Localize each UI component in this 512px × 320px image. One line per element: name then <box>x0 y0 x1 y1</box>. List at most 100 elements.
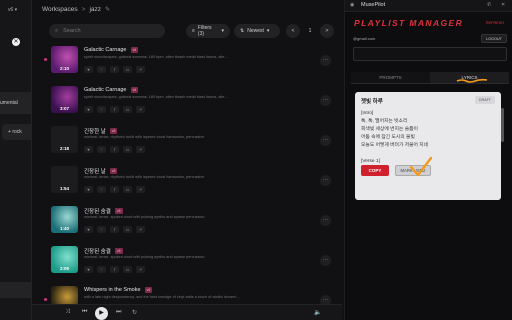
clip-icon[interactable]: ▭ <box>123 186 132 193</box>
song-cover[interactable]: 1:40 <box>51 206 78 233</box>
clip-icon[interactable]: ▭ <box>123 66 132 73</box>
more-options-button[interactable]: ··· <box>320 175 331 186</box>
share-icon[interactable]: ⇪ <box>110 186 119 193</box>
song-row[interactable]: 2:18 긴장한 날 v6 minimal, tense, rhythmic buil… <box>32 124 342 164</box>
extension-app-name: MusePilot <box>361 2 386 8</box>
sidebar-item-rock[interactable]: + rock <box>2 124 32 140</box>
share-icon[interactable]: ⇪ <box>110 106 119 113</box>
dislike-icon[interactable]: ♡ <box>97 186 106 193</box>
open-icon[interactable]: ↗ <box>136 226 145 233</box>
song-cover[interactable]: 3:07 <box>51 86 78 113</box>
song-row[interactable]: 3:07 Galactic Carnage v6 synth soundscapes,… <box>32 84 342 124</box>
share-icon[interactable]: ⇪ <box>110 226 119 233</box>
song-title[interactable]: 긴장된 날 <box>84 167 106 175</box>
phone-icon[interactable]: ✆ <box>487 2 491 8</box>
song-cover[interactable]: 2:18 <box>51 126 78 153</box>
song-title[interactable]: 긴장한 날 <box>84 127 106 135</box>
page-next-button[interactable]: > <box>320 24 334 38</box>
filters-label: Filters (3) <box>197 25 212 37</box>
song-cover[interactable]: 2:05 <box>51 246 78 273</box>
open-icon[interactable]: ↗ <box>136 106 145 113</box>
song-row[interactable]: 1:54 긴장된 날 v6 minimal, tense, rhythmic buil… <box>32 164 342 204</box>
open-icon[interactable]: ↗ <box>136 266 145 273</box>
play-button[interactable]: ▶ <box>95 307 108 320</box>
clip-icon[interactable]: ▭ <box>123 146 132 153</box>
dislike-icon[interactable]: ♡ <box>97 146 106 153</box>
filters-button[interactable]: ≡ Filters (3) ▾ <box>186 24 230 38</box>
sort-button[interactable]: ⇅ Newest ▾ <box>234 24 280 38</box>
search-input[interactable] <box>63 28 144 34</box>
song-duration: 1:40 <box>59 226 69 231</box>
sidebar-item-bottom[interactable] <box>0 282 32 298</box>
open-icon[interactable]: ↗ <box>136 186 145 193</box>
close-icon[interactable]: ✕ <box>501 2 505 8</box>
song-cover[interactable]: 2:10 <box>51 46 78 73</box>
clip-icon[interactable]: ▭ <box>123 106 132 113</box>
version-badge: v6 <box>109 128 118 134</box>
song-title[interactable]: Galactic Carnage <box>84 47 127 53</box>
clip-icon[interactable]: ▭ <box>123 266 132 273</box>
share-icon[interactable]: ⇪ <box>110 266 119 273</box>
playlist-select[interactable] <box>353 47 507 61</box>
more-options-button[interactable]: ··· <box>320 135 331 146</box>
more-options-button[interactable]: ··· <box>320 255 331 266</box>
song-title-row: 긴장된 숨결 v6 <box>84 207 123 215</box>
share-icon[interactable]: ⇪ <box>110 66 119 73</box>
dislike-icon[interactable]: ♡ <box>97 106 106 113</box>
dislike-icon[interactable]: ♡ <box>97 226 106 233</box>
dislike-icon[interactable]: ♡ <box>97 66 106 73</box>
shuffle-icon[interactable]: ⤨ <box>65 309 70 316</box>
like-icon[interactable]: ♥ <box>84 266 93 273</box>
new-indicator <box>44 298 47 301</box>
previous-icon[interactable]: ⏮ <box>82 309 87 316</box>
song-row[interactable]: 2:05 긴장된 숨결 v6 minimal, tense, spoken-word … <box>32 244 342 284</box>
more-options-button[interactable]: ··· <box>320 95 331 106</box>
song-duration: 2:18 <box>59 146 69 151</box>
sidebar-item-instrumental[interactable]: umental <box>0 92 32 114</box>
song-duration: 1:54 <box>59 186 69 191</box>
more-options-button[interactable]: ··· <box>320 215 331 226</box>
like-icon[interactable]: ♥ <box>84 146 93 153</box>
refresh-link[interactable]: REFRESH <box>486 21 504 25</box>
like-icon[interactable]: ♥ <box>84 226 93 233</box>
song-title[interactable]: Galactic Carnage <box>84 87 127 93</box>
chevron-down-icon: ▾ <box>266 28 270 34</box>
new-indicator <box>44 58 47 61</box>
workspace-main: Workspaces > jazz ✎ ⌕ ≡ Filters (3) ▾ ⇅ … <box>32 0 342 320</box>
logout-button[interactable]: LOGOUT <box>480 34 507 43</box>
song-title[interactable]: Whispers in the Smoke <box>84 287 141 293</box>
song-row[interactable]: 1:40 긴장된 숨결 v6 minimal, tense, spoken-word … <box>32 204 342 244</box>
song-row[interactable]: 2:10 Galactic Carnage v6 synth soundscapes,… <box>32 44 342 84</box>
song-description: synth soundscapes, guttural screams, 180… <box>84 55 228 59</box>
song-cover[interactable]: 1:54 <box>51 166 78 193</box>
clip-icon[interactable]: ▭ <box>123 226 132 233</box>
player-bar: ⤨ ⏮ ▶ ⏭ ↻ 🔈 <box>32 304 342 320</box>
copy-button[interactable]: COPY <box>361 165 389 176</box>
song-title-row: 긴장된 숨결 v6 <box>84 247 123 255</box>
edit-icon[interactable]: ✎ <box>105 6 110 13</box>
open-icon[interactable]: ↗ <box>136 66 145 73</box>
song-description: minimal, tense, rhythmic build with laye… <box>84 135 205 139</box>
breadcrumb-root[interactable]: Workspaces <box>42 6 78 13</box>
page-prev-button[interactable]: < <box>286 24 300 38</box>
open-icon[interactable]: ↗ <box>136 146 145 153</box>
volume-icon[interactable]: 🔈 <box>314 309 321 316</box>
like-icon[interactable]: ♥ <box>84 186 93 193</box>
like-icon[interactable]: ♥ <box>84 106 93 113</box>
song-title[interactable]: 긴장된 숨결 <box>84 247 111 255</box>
dislike-icon[interactable]: ♡ <box>97 266 106 273</box>
model-version-select[interactable]: v6 ▾ <box>8 7 17 13</box>
like-icon[interactable]: ♥ <box>84 66 93 73</box>
search-box[interactable]: ⌕ <box>49 24 165 38</box>
model-version-value: v6 <box>8 7 14 13</box>
next-icon[interactable]: ⏭ <box>116 309 121 316</box>
share-icon[interactable]: ⇪ <box>110 146 119 153</box>
close-icon[interactable]: ✕ <box>12 38 20 46</box>
tab-lyrics[interactable]: LYRICS <box>430 72 509 83</box>
sort-icon: ⇅ <box>240 28 245 34</box>
tab-prompts[interactable]: PROMPTS <box>351 72 430 83</box>
repeat-icon[interactable]: ↻ <box>132 309 137 316</box>
more-options-button[interactable]: ··· <box>320 55 331 66</box>
song-title[interactable]: 긴장된 숨결 <box>84 207 111 215</box>
lyrics-scrollbar[interactable] <box>501 108 504 142</box>
